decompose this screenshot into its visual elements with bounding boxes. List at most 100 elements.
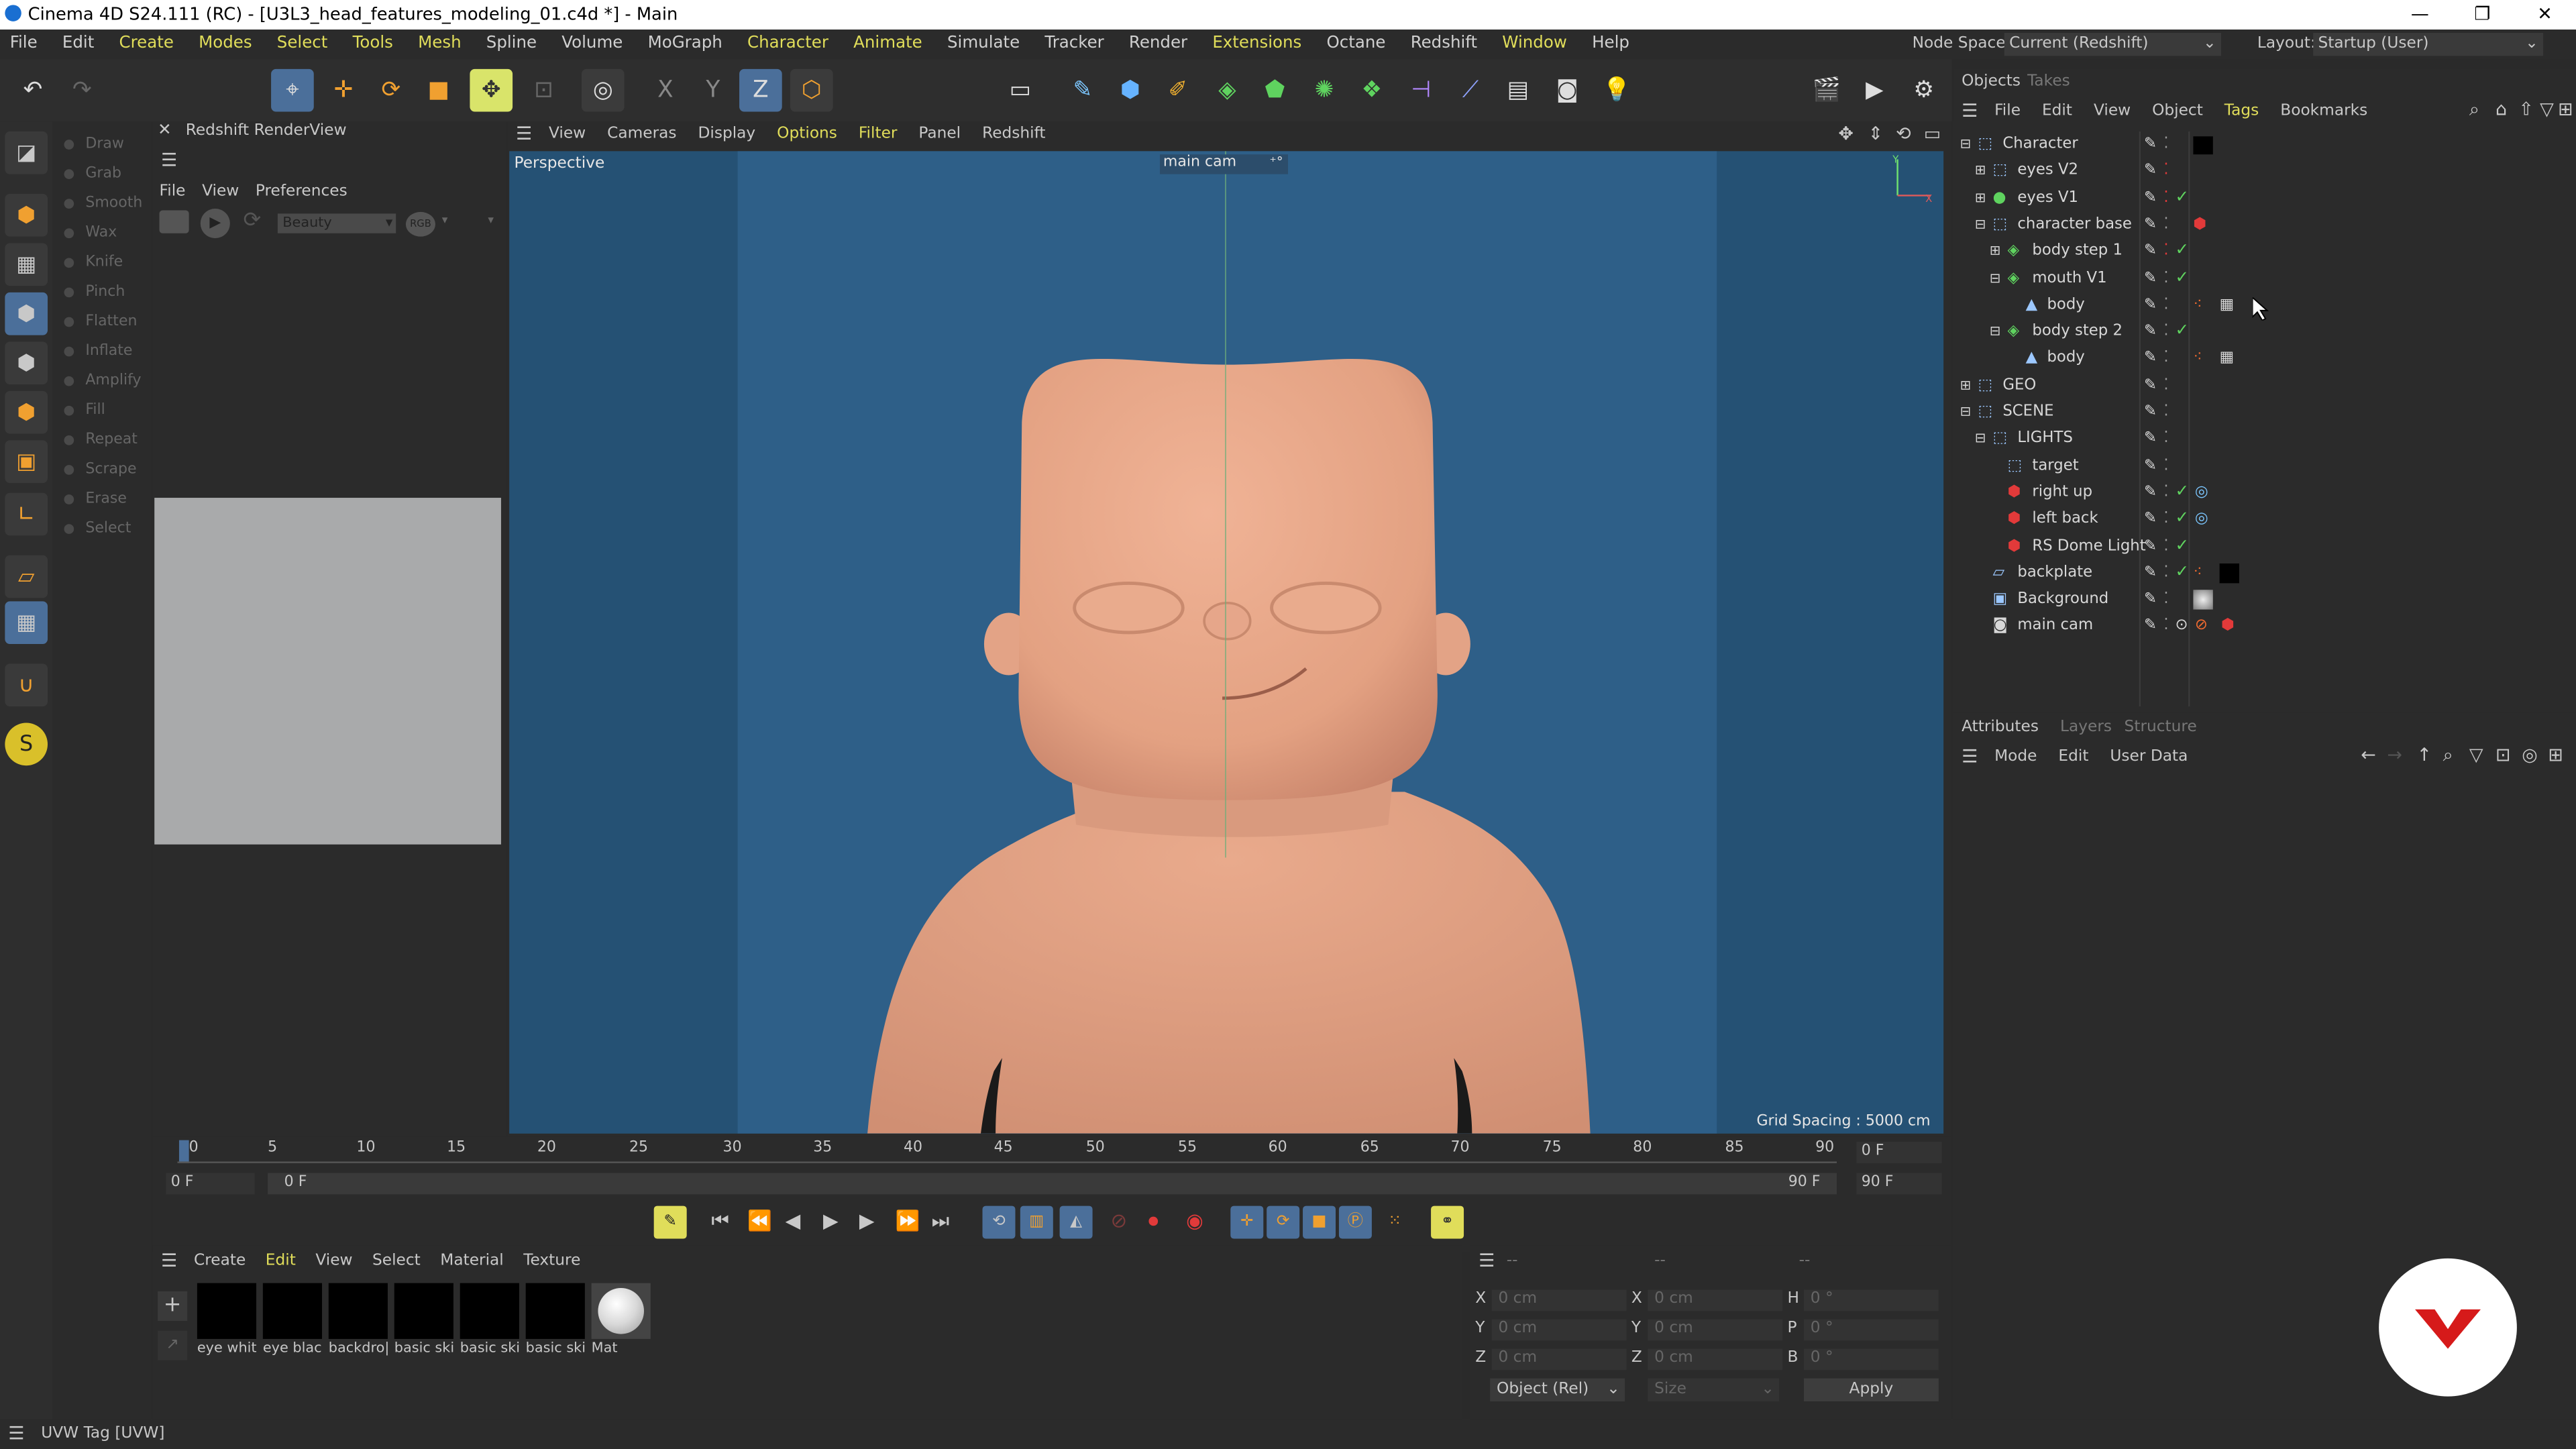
rgb-toggle[interactable]: RGB — [405, 211, 435, 237]
sculpt-pinch[interactable]: Pinch — [52, 278, 151, 307]
viewport-menu-options[interactable]: Options — [777, 125, 837, 143]
material-swatch-mat[interactable]: Mat — [591, 1283, 651, 1362]
edit-flag-icon[interactable]: ✎ — [2144, 480, 2157, 506]
rotation-p-field[interactable]: 0 ° — [1804, 1319, 1939, 1341]
position-x-field[interactable]: 0 cm — [1491, 1289, 1627, 1311]
rotation-b-field[interactable]: 0 ° — [1804, 1348, 1939, 1371]
mat-menu-create[interactable]: Create — [194, 1252, 246, 1270]
enabled-check-icon[interactable]: ✓ — [2175, 560, 2189, 587]
camera-icon[interactable]: ◙ — [1546, 69, 1589, 112]
move-view-icon[interactable]: ✥ — [1838, 123, 1854, 145]
sculpt-wax[interactable]: Wax — [52, 219, 151, 248]
fps-icon[interactable]: ▥ — [1020, 1205, 1053, 1239]
menu-tracker[interactable]: Tracker — [1044, 34, 1104, 52]
viewport-menu-display[interactable]: Display — [698, 125, 755, 143]
apply-button[interactable]: Apply — [1804, 1378, 1939, 1401]
magnet-icon[interactable]: ∪ — [5, 663, 48, 707]
object-row-character[interactable]: ⊟ ⬚ Character ✎ ⁚ — [1953, 131, 2576, 158]
redshift-tag-icon[interactable]: ⬢ — [2221, 613, 2235, 640]
object-row-background[interactable]: ▣ Background ✎ ⁚ — [1953, 587, 2576, 614]
axis-icon[interactable]: ◎ — [581, 68, 625, 112]
visibility-dots-icon[interactable]: ⁚ — [2163, 131, 2168, 158]
visibility-dots-icon[interactable]: ⁚ — [2163, 533, 2168, 560]
selection-tool-icon[interactable]: ⌖ — [271, 68, 314, 112]
dropdown-icon[interactable]: ▾ — [488, 213, 494, 227]
expand-icon[interactable]: ⊟ — [1990, 319, 2000, 345]
material-swatch-backdrop[interactable]: backdro| — [328, 1283, 388, 1362]
material-swatch-eye-black[interactable]: eye blac — [262, 1283, 323, 1362]
material-swatch-basic-skin-2[interactable]: basic ski — [460, 1283, 519, 1362]
search-icon[interactable]: ⌕ — [2443, 744, 2453, 767]
visibility-dots-icon[interactable]: ⁚ — [2163, 372, 2168, 399]
enabled-check-icon[interactable]: ✓ — [2175, 239, 2189, 266]
search-icon[interactable]: ⌕ — [2469, 99, 2479, 121]
coord-mode-select[interactable]: Object (Rel) ⌄ — [1490, 1378, 1625, 1401]
transform-tool-icon[interactable]: ✥ — [470, 68, 513, 112]
object-row-scene[interactable]: ⊟ ⬚ SCENE ✎ ⁚ — [1953, 399, 2576, 426]
script-icon[interactable]: S — [5, 722, 48, 766]
dolly-view-icon[interactable]: ⇕ — [1868, 123, 1884, 145]
menu-animate[interactable]: Animate — [853, 34, 922, 52]
object-row-eyes-v1[interactable]: ⊞ ● eyes V1 ✎ ⁚ ✓ — [1953, 185, 2576, 212]
light-icon[interactable]: 💡 — [1595, 69, 1638, 112]
visibility-dots-icon[interactable]: ⁚ — [2163, 212, 2168, 239]
edit-flag-icon[interactable]: ✎ — [2144, 292, 2157, 319]
visibility-dots-icon[interactable]: ⁚ — [2163, 345, 2168, 372]
viewport-menu-filter[interactable]: Filter — [859, 125, 898, 143]
current-frame-field[interactable]: 0 F — [1856, 1142, 1942, 1163]
edit-flag-icon[interactable]: ✎ — [2144, 158, 2157, 185]
expand-icon[interactable]: ⊟ — [1960, 399, 1971, 426]
hamburger-icon[interactable]: ☰ — [161, 150, 177, 171]
visibility-dots-icon[interactable]: ⁚ — [2163, 292, 2168, 319]
mat-menu-material[interactable]: Material — [440, 1252, 504, 1270]
attr-menu-user-data[interactable]: User Data — [2110, 747, 2188, 765]
scale-tool-icon[interactable]: ■ — [417, 69, 460, 112]
visibility-dots-icon[interactable]: ⁚ — [2163, 426, 2168, 453]
obj-menu-view[interactable]: View — [2094, 102, 2131, 120]
menu-window[interactable]: Window — [1502, 34, 1567, 52]
size-x-field[interactable]: 0 cm — [1648, 1289, 1783, 1311]
refresh-icon[interactable]: ⟳ — [243, 209, 261, 233]
sculpt-erase[interactable]: Erase — [52, 484, 151, 514]
home-icon[interactable]: ⌂ — [2496, 99, 2507, 120]
prev-key-icon[interactable]: ⏪ — [747, 1209, 772, 1232]
layout-select[interactable]: Startup (User) ⌄ — [2313, 32, 2544, 56]
key-rotation-icon[interactable]: ⟳ — [1267, 1205, 1300, 1239]
sculpt-scrape[interactable]: Scrape — [52, 455, 151, 484]
up-arrow-icon[interactable]: ↑ — [2416, 744, 2432, 765]
sound-icon[interactable]: ◭ — [1059, 1205, 1093, 1239]
up-icon[interactable]: ⇧ — [2518, 99, 2534, 120]
sketch-icon[interactable]: ✐ — [1157, 69, 1199, 112]
edit-flag-icon[interactable]: ✎ — [2144, 131, 2157, 158]
attr-menu-edit[interactable]: Edit — [2058, 747, 2088, 765]
tab-structure[interactable]: Structure — [2125, 718, 2197, 736]
object-row-right-up[interactable]: ⬢ right up ✎ ⁚ ✓ ◎ — [1953, 480, 2576, 506]
deformer-icon[interactable]: ❖ — [1350, 69, 1393, 112]
menu-mesh[interactable]: Mesh — [418, 34, 461, 52]
motion-system-icon[interactable]: ⚭ — [1431, 1205, 1464, 1239]
edit-flag-icon[interactable]: ✎ — [2144, 212, 2157, 239]
uvw-tag-icon[interactable]: ▦ — [2220, 292, 2235, 319]
rotation-h-field[interactable]: 0 ° — [1804, 1289, 1939, 1311]
renderview-menu-preferences[interactable]: Preferences — [256, 182, 347, 201]
visibility-dots-icon[interactable]: ⁚ — [2163, 399, 2168, 426]
goto-end-icon[interactable]: ⏭ — [932, 1209, 949, 1234]
tab-objects[interactable]: Objects — [1962, 72, 2021, 91]
visibility-dots-icon[interactable]: ⁚ — [2163, 506, 2168, 533]
menu-mograph[interactable]: MoGraph — [648, 34, 722, 52]
mat-menu-edit[interactable]: Edit — [266, 1252, 296, 1270]
expand-icon[interactable]: ⊞ — [1960, 372, 1971, 399]
menu-extensions[interactable]: Extensions — [1212, 34, 1301, 52]
polygons-mode-icon[interactable]: ⬢ — [5, 390, 48, 434]
material-swatch-basic-skin-1[interactable]: basic ski — [394, 1283, 453, 1362]
hamburger-icon[interactable]: ☰ — [1962, 746, 1978, 767]
new-window-icon[interactable]: ⊞ — [2548, 744, 2563, 765]
range-slider[interactable]: 0 F 90 F — [268, 1173, 1837, 1195]
position-z-field[interactable]: 0 cm — [1491, 1348, 1627, 1371]
visibility-dots-icon[interactable]: ⁚ — [2163, 266, 2168, 292]
size-y-field[interactable]: 0 cm — [1648, 1319, 1783, 1341]
make-editable-icon[interactable]: ◪ — [5, 131, 48, 174]
lock-icon[interactable]: ⊡ — [2496, 744, 2511, 765]
edit-flag-icon[interactable]: ✎ — [2144, 266, 2157, 292]
axis-mode-icon[interactable]: ∟ — [5, 492, 48, 536]
